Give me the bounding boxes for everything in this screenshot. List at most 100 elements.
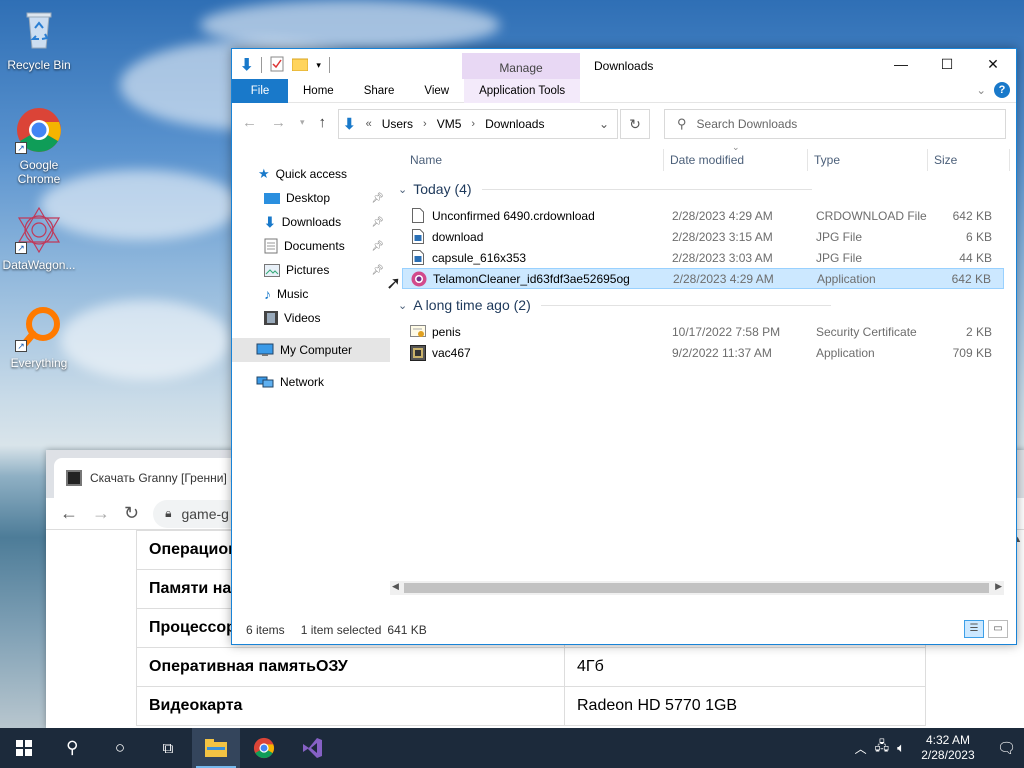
status-bar: 6 items 1 item selected 641 KB ☰ ▭ — [232, 616, 1016, 644]
nav-desktop[interactable]: Desktop 📌︎ — [264, 186, 390, 210]
file-row[interactable]: penis 10/17/2022 7:58 PM Security Certif… — [402, 321, 1004, 342]
search-button[interactable]: ⚲ — [48, 728, 96, 768]
forward-arrow-icon[interactable]: → — [92, 503, 110, 524]
desktop-icon-datawagon[interactable]: ↗ DataWagon... — [1, 206, 77, 272]
action-center-icon[interactable]: 🗨︎ — [997, 739, 1016, 757]
file-date: 2/28/2023 4:29 AM — [673, 271, 774, 286]
address-dropdown-chevron-icon[interactable]: ⌄ — [599, 117, 609, 131]
contextual-tab-manage[interactable]: Manage — [462, 53, 580, 79]
image-file-icon — [412, 229, 424, 244]
start-button[interactable] — [0, 728, 48, 768]
nav-videos[interactable]: Videos — [264, 306, 390, 330]
scroll-left-icon[interactable]: ◀ — [392, 581, 399, 592]
help-icon[interactable]: ? — [994, 82, 1010, 98]
properties-icon[interactable] — [270, 56, 284, 75]
shortcut-arrow-icon: ↗ — [15, 340, 27, 352]
column-header-name[interactable]: Name — [410, 149, 664, 171]
taskbar-visual-studio[interactable] — [288, 728, 336, 768]
file-row-selected[interactable]: TelamonCleaner_id63fdf3ae52695og 2/28/20… — [402, 268, 1004, 289]
column-header-date[interactable]: Date modified — [670, 149, 808, 171]
column-header-type[interactable]: Type — [814, 149, 928, 171]
pin-icon[interactable]: 📌︎ — [371, 217, 384, 228]
volume-icon[interactable]: 🔈︎ — [897, 740, 905, 756]
desktop-icon-recycle-bin[interactable]: Recycle Bin — [1, 6, 77, 72]
pin-icon[interactable]: 📌︎ — [371, 193, 384, 204]
scrollbar-thumb[interactable] — [404, 583, 989, 593]
file-name: penis — [432, 324, 461, 339]
network-status-icon[interactable]: 🖧︎ — [875, 737, 890, 759]
scroll-right-icon[interactable]: ▶ — [995, 581, 1002, 592]
breadcrumb-users[interactable]: Users — [382, 117, 413, 131]
pin-icon[interactable]: 📌︎ — [371, 241, 384, 252]
file-type: Application — [817, 271, 876, 286]
search-input[interactable]: ⚲ Search Downloads — [664, 109, 1006, 139]
address-bar[interactable]: ⬇ « Users › VM5 › Downloads ⌄ — [338, 109, 618, 139]
group-header-today[interactable]: ⌄ Today (4) — [398, 181, 812, 197]
selection-size: 641 KB — [387, 623, 427, 637]
breadcrumb-overflow[interactable]: « — [366, 118, 372, 130]
minimize-button[interactable]: — — [878, 49, 924, 79]
reload-icon[interactable]: ↻ — [124, 503, 139, 524]
file-row[interactable]: Unconfirmed 6490.crdownload 2/28/2023 4:… — [402, 205, 1004, 226]
nav-documents[interactable]: Documents 📌︎ — [264, 234, 390, 258]
file-explorer-window[interactable]: ⬇ ▾ Manage Downloads — ☐ ✕ File Home Sha… — [231, 48, 1017, 645]
task-view-button[interactable]: ⧉ — [144, 728, 192, 768]
collapse-chevron-icon: ⌄ — [398, 299, 408, 312]
file-date: 9/2/2022 11:37 AM — [672, 345, 772, 360]
app-icon — [410, 344, 426, 361]
details-view-button[interactable]: ☰ — [964, 620, 984, 638]
new-folder-icon[interactable] — [291, 57, 309, 74]
taskbar-chrome[interactable] — [240, 728, 288, 768]
desktop-icon-chrome[interactable]: ↗ Google Chrome — [1, 106, 77, 186]
file-row[interactable]: vac467 9/2/2022 11:37 AM Application 709… — [402, 342, 1004, 363]
column-header-size[interactable]: Size — [934, 149, 1010, 171]
clock-date: 2/28/2023 — [921, 748, 975, 762]
tab-file[interactable]: File — [232, 78, 288, 103]
taskbar-file-explorer[interactable] — [192, 728, 240, 768]
forward-arrow-icon[interactable]: → — [271, 114, 286, 131]
breadcrumb-vm5[interactable]: VM5 — [437, 117, 462, 131]
large-icons-view-button[interactable]: ▭ — [988, 620, 1008, 638]
expand-ribbon-chevron-icon[interactable]: ⌄ — [976, 83, 986, 97]
nav-pictures[interactable]: Pictures 📌︎ — [264, 258, 390, 282]
up-arrow-icon[interactable]: ↑ — [319, 114, 327, 131]
tab-application-tools[interactable]: Application Tools — [464, 78, 581, 103]
nav-my-computer[interactable]: My Computer — [232, 338, 390, 362]
tab-share[interactable]: Share — [349, 79, 410, 103]
breadcrumb-separator-icon[interactable]: › — [423, 118, 427, 130]
desktop-icon-everything[interactable]: ↗ Everything — [1, 304, 77, 370]
horizontal-scrollbar[interactable]: ◀ ▶ — [390, 581, 1004, 595]
back-arrow-icon[interactable]: ← — [60, 503, 78, 524]
clock[interactable]: 4:32 AM 2/28/2023 — [913, 733, 983, 763]
cortana-button[interactable]: ○ — [96, 728, 144, 768]
group-header-long-time-ago[interactable]: ⌄ A long time ago (2) — [398, 297, 831, 313]
show-hidden-icons-chevron-icon[interactable]: ︿ — [855, 740, 867, 757]
recent-locations-chevron-icon[interactable]: ▾ — [300, 117, 305, 128]
file-row[interactable]: capsule_616x353 2/28/2023 3:03 AM JPG Fi… — [402, 247, 1004, 268]
file-row[interactable]: download 2/28/2023 3:15 AM JPG File 6 KB — [402, 226, 1004, 247]
refresh-button[interactable]: ↻ — [620, 109, 650, 139]
quick-access-toolbar: ⬇ ▾ — [240, 55, 330, 75]
pin-icon[interactable]: 📌︎ — [371, 265, 384, 276]
documents-icon — [264, 238, 278, 254]
breadcrumb-separator-icon[interactable]: › — [471, 118, 475, 130]
item-count: 6 items — [246, 623, 285, 637]
nav-downloads[interactable]: ⬇ Downloads 📌︎ — [264, 210, 390, 234]
back-arrow-icon[interactable]: ← — [242, 114, 257, 131]
desktop-icon-label: Recycle Bin — [7, 58, 71, 72]
title-bar[interactable]: ⬇ ▾ Manage Downloads — ☐ ✕ — [232, 49, 1016, 79]
nav-music[interactable]: ♪ Music — [264, 282, 390, 306]
table-row: Видеокарта Radeon HD 5770 1GB — [136, 686, 926, 726]
telamon-app-icon — [411, 271, 427, 286]
customize-qat-chevron-icon[interactable]: ▾ — [316, 60, 321, 71]
file-size: 642 KB — [952, 208, 992, 223]
window-title: Downloads — [594, 59, 654, 73]
tab-view[interactable]: View — [409, 79, 464, 103]
breadcrumb-downloads[interactable]: Downloads — [485, 117, 544, 131]
maximize-button[interactable]: ☐ — [924, 49, 970, 79]
tab-home[interactable]: Home — [288, 79, 349, 103]
close-button[interactable]: ✕ — [970, 49, 1016, 79]
file-list: Name ⌄ Date modified Type Size ⌄ Today (… — [386, 142, 1016, 619]
windows-logo-icon — [16, 740, 32, 756]
blank-file-icon — [412, 208, 424, 223]
